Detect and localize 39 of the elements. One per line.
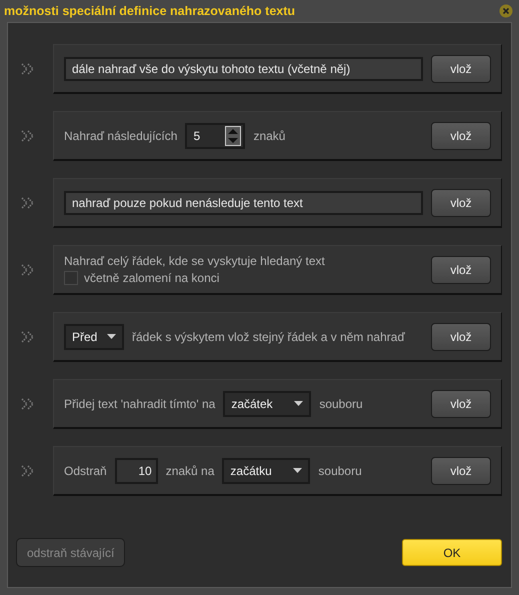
double-chevron-icon: [21, 130, 35, 142]
text-field[interactable]: dále nahraď vše do výskytu tohoto textu (včetně něj): [64, 56, 423, 80]
caret-icon: [107, 334, 116, 339]
insert-button[interactable]: vlož: [431, 188, 491, 216]
caret-icon: [294, 401, 304, 406]
checkbox[interactable]: [64, 271, 78, 285]
insert-button[interactable]: vlož: [431, 322, 491, 350]
double-chevron-icon: [21, 331, 35, 343]
label-text: řádek s výskytem vlož stejný řádek a v něm nahraď: [132, 330, 405, 344]
label-text: Nahraď celý řádek, kde se vyskytuje hledaný text: [64, 254, 325, 268]
insert-button[interactable]: vlož: [431, 122, 491, 150]
dropdown[interactable]: začátek: [223, 390, 312, 416]
checkbox-option[interactable]: včetně zalomení na konci: [64, 271, 220, 285]
insert-button[interactable]: vlož: [431, 390, 491, 418]
label-text: Nahraď následujících: [64, 128, 178, 142]
label-text: znaků: [253, 128, 286, 142]
double-chevron-icon: [21, 264, 35, 276]
close-icon[interactable]: [499, 4, 513, 18]
insert-button[interactable]: vlož: [431, 456, 491, 484]
label-text: Odstraň: [64, 464, 107, 478]
label-text: souboru: [319, 396, 363, 410]
double-chevron-icon: [21, 197, 35, 209]
label-text: souboru: [318, 464, 362, 478]
dropdown[interactable]: začátku: [222, 458, 310, 484]
ok-button[interactable]: OK: [402, 539, 502, 566]
text-field[interactable]: nahraď pouze pokud nenásleduje tento text: [64, 190, 423, 214]
window-title: možnosti speciální definice nahrazovaného textu: [4, 4, 296, 18]
spin-arrows-icon[interactable]: [225, 126, 242, 146]
caret-icon: [293, 468, 302, 473]
label-text: znaků na: [166, 464, 214, 478]
spinner-field[interactable]: 5: [185, 122, 246, 148]
double-chevron-icon: [21, 465, 35, 477]
insert-button[interactable]: vlož: [431, 256, 491, 284]
double-chevron-icon: [21, 63, 35, 75]
dropdown[interactable]: Před: [64, 324, 124, 350]
number-field[interactable]: 10: [114, 458, 158, 484]
insert-button[interactable]: vlož: [431, 54, 491, 82]
label-text: Přidej text 'nahradit tímto' na: [64, 396, 216, 410]
double-chevron-icon: [21, 398, 35, 410]
